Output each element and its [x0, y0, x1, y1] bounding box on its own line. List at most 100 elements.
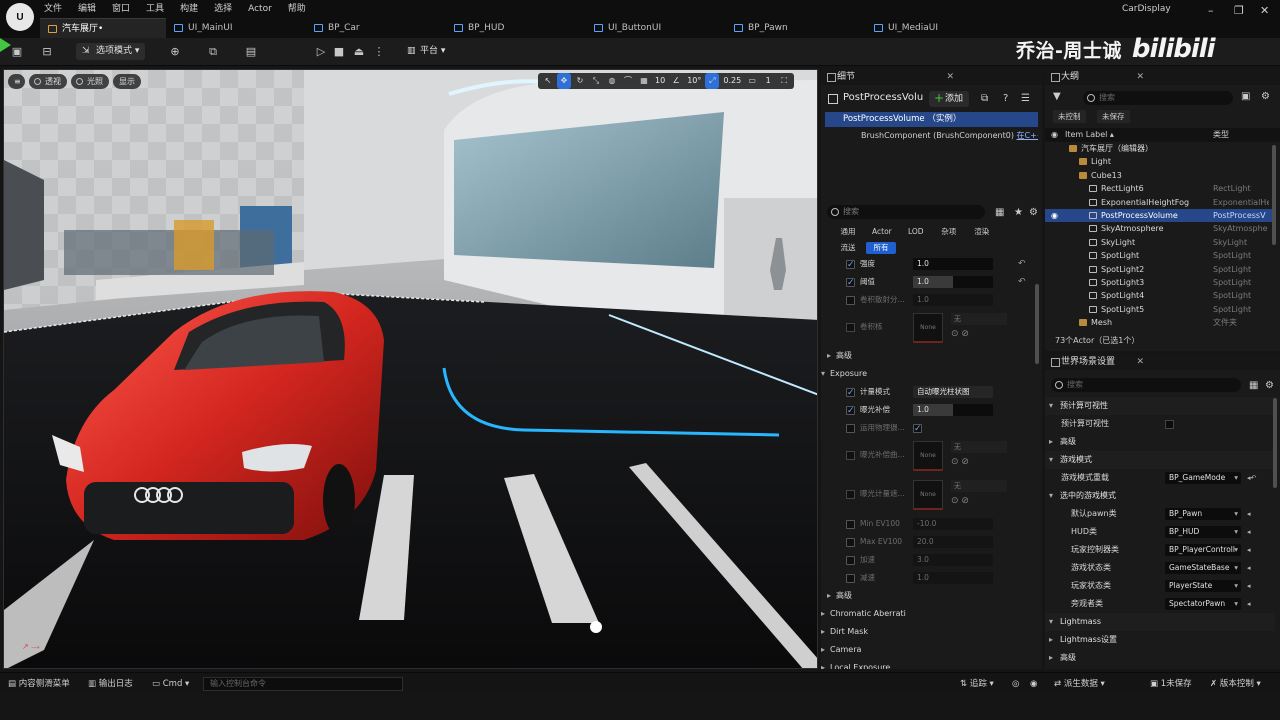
- game-mode-override-dropdown[interactable]: BP_GameMode: [1165, 472, 1241, 484]
- filter-general[interactable]: 通用: [833, 226, 863, 238]
- details-search-input[interactable]: 搜索: [827, 205, 985, 219]
- min-ev-value[interactable]: -10.0: [913, 518, 993, 530]
- rotate-icon[interactable]: ↻: [573, 73, 587, 89]
- outliner-row[interactable]: ◉ PostProcessVolume PostProcessV: [1045, 209, 1275, 223]
- filter-rendering[interactable]: 渲染: [967, 226, 997, 238]
- tab-ui-mediaui[interactable]: UI_MediaUI: [866, 18, 1006, 38]
- phys-cam-checkbox[interactable]: [846, 424, 855, 433]
- outliner-row[interactable]: SpotLight3 SpotLight: [1045, 276, 1275, 289]
- camera-speed-icon[interactable]: ▭: [745, 73, 759, 89]
- property-matrix-icon[interactable]: ▦: [995, 207, 1004, 218]
- exp-curve-checkbox[interactable]: [846, 451, 855, 460]
- output-log-button[interactable]: ▥ 输出日志: [88, 677, 133, 691]
- col-item-label[interactable]: Item Label ▴: [1065, 128, 1114, 142]
- source-control-button[interactable]: 未控制: [1053, 110, 1086, 123]
- mask-thumbnail[interactable]: None: [913, 480, 943, 510]
- close-icon[interactable]: ✕: [912, 69, 1042, 85]
- unsaved-button[interactable]: ▣ 1未保存: [1150, 677, 1192, 691]
- conv-scatter-checkbox[interactable]: [846, 296, 855, 305]
- browse-arrow-icon[interactable]: ◂: [1247, 595, 1251, 613]
- eject-icon[interactable]: ⏏: [352, 45, 366, 58]
- outliner-scrollbar[interactable]: [1272, 145, 1276, 245]
- translate-icon[interactable]: ✥: [557, 73, 571, 89]
- add-folder-icon[interactable]: ▣: [1241, 91, 1250, 102]
- maximize-icon[interactable]: ❐: [1234, 4, 1244, 17]
- outliner-row[interactable]: SkyAtmosphere SkyAtmosphe: [1045, 222, 1275, 235]
- min-ev-checkbox[interactable]: [846, 520, 855, 529]
- outliner-row[interactable]: SpotLight2 SpotLight: [1045, 263, 1275, 276]
- outliner-row[interactable]: Light: [1045, 155, 1275, 168]
- close-icon[interactable]: ✕: [1045, 354, 1144, 370]
- close-icon[interactable]: ✕: [1045, 69, 1144, 85]
- texture-dropdown[interactable]: 无: [951, 313, 1007, 325]
- details-scrollbar[interactable]: [1035, 284, 1039, 364]
- browse-icon[interactable]: ⊙ ⊘: [951, 457, 969, 467]
- col-type[interactable]: 类型: [1213, 128, 1229, 142]
- camera-speed-value[interactable]: 1: [761, 73, 775, 89]
- level-viewport[interactable]: ≡ 透视 光照 显示 ↖ ✥ ↻ ⤡ ◍ ⌒ ▦ 10 ∠ 10° ⤢ 0.25…: [3, 69, 818, 669]
- actor-name[interactable]: PostProcessVolu: [843, 92, 927, 103]
- conv-scatter-value[interactable]: 1.0: [913, 294, 993, 306]
- grid-snap-value[interactable]: 10: [653, 73, 667, 89]
- section-chromatic[interactable]: Chromatic Aberrati: [821, 606, 1029, 622]
- outliner-search-input[interactable]: 搜索: [1083, 91, 1233, 105]
- browse-arrow-icon[interactable]: ◂: [1247, 523, 1251, 541]
- reset-icon[interactable]: ↶: [1018, 274, 1026, 290]
- source-control-button[interactable]: ✗ 版本控制 ▾: [1210, 677, 1261, 691]
- section-advanced[interactable]: 高级: [1045, 433, 1275, 451]
- menu-icon[interactable]: ☰: [1021, 93, 1030, 104]
- visibility-eye-icon[interactable]: ◉: [1051, 209, 1058, 222]
- intensity-value[interactable]: 1.0: [913, 258, 993, 270]
- cinematics-icon[interactable]: ▤: [244, 45, 258, 58]
- visibility-eye-icon[interactable]: ◉: [1051, 128, 1058, 142]
- add-actor-icon[interactable]: ⊕: [168, 45, 182, 58]
- save-icon[interactable]: ▣: [10, 45, 24, 58]
- section-local-exposure[interactable]: Local Exposure: [821, 660, 1029, 669]
- menu-actor[interactable]: Actor: [240, 2, 280, 16]
- cpp-link[interactable]: 在C++中: [1016, 131, 1038, 140]
- browse-arrow-icon[interactable]: ◂: [1247, 559, 1251, 577]
- unreal-logo-icon[interactable]: U: [6, 3, 34, 31]
- trace-button[interactable]: ⇅ 追踪 ▾: [960, 677, 994, 691]
- browse-icon[interactable]: ⊙ ⊘: [951, 329, 969, 339]
- mask-dropdown[interactable]: 无: [951, 480, 1007, 492]
- section-advanced-2[interactable]: 高级: [1045, 649, 1275, 667]
- stop-icon[interactable]: ■: [332, 45, 346, 58]
- section-precompute-visibility[interactable]: 预计算可视性: [1045, 397, 1275, 415]
- exp-comp-value[interactable]: 1.0: [913, 404, 993, 416]
- mode-select-button[interactable]: ⇲ 选项模式 ▾: [76, 43, 146, 60]
- skip-icon[interactable]: ▷: [314, 45, 328, 58]
- grid-snap-icon[interactable]: ▦: [637, 73, 651, 89]
- property-matrix-icon[interactable]: ▦: [1249, 380, 1258, 391]
- tab-showroom-level[interactable]: 汽车展厅•: [40, 18, 166, 38]
- favorite-star-icon[interactable]: ★: [1014, 207, 1023, 218]
- section-exposure[interactable]: Exposure: [821, 366, 1029, 382]
- outliner-row[interactable]: Mesh 文件夹: [1045, 316, 1275, 329]
- settings-gear-icon[interactable]: ⚙: [1029, 207, 1038, 218]
- section-lightmass[interactable]: Lightmass: [1045, 613, 1275, 631]
- tab-bp-car[interactable]: BP_Car: [306, 18, 446, 38]
- world-settings-tab[interactable]: 世界场景设置 ✕: [1045, 354, 1280, 370]
- record-icon[interactable]: ◎: [1012, 677, 1019, 691]
- menu-help[interactable]: 帮助: [280, 2, 314, 16]
- max-ev-value[interactable]: 20.0: [913, 536, 993, 548]
- tab-bp-pawn[interactable]: BP_Pawn: [726, 18, 866, 38]
- menu-build[interactable]: 构建: [172, 2, 206, 16]
- settings-gear-icon[interactable]: ⚙: [1265, 380, 1274, 391]
- unsaved-button[interactable]: 未保存: [1097, 110, 1130, 123]
- world-setting-dropdown[interactable]: PlayerState: [1165, 580, 1241, 592]
- rotation-snap-value[interactable]: 10°: [685, 73, 703, 89]
- component-child-item[interactable]: BrushComponent (BrushComponent0) 在C++中: [825, 128, 1038, 143]
- speed-up-checkbox[interactable]: [846, 556, 855, 565]
- browse-arrow-icon[interactable]: ◂: [1247, 577, 1251, 595]
- threshold-checkbox[interactable]: [846, 275, 855, 291]
- texture-thumbnail[interactable]: None: [913, 313, 943, 343]
- world-scrollbar[interactable]: [1273, 398, 1277, 488]
- section-advanced[interactable]: 高级: [821, 348, 1035, 364]
- section-lightmass-settings[interactable]: Lightmass设置: [1045, 631, 1275, 649]
- filter-icon[interactable]: ▼: [1053, 91, 1061, 102]
- filter-misc[interactable]: 杂项: [934, 226, 964, 238]
- section-camera[interactable]: Camera: [821, 642, 1029, 658]
- conv-kernel-checkbox[interactable]: [846, 323, 855, 332]
- tab-bp-hud[interactable]: BP_HUD: [446, 18, 586, 38]
